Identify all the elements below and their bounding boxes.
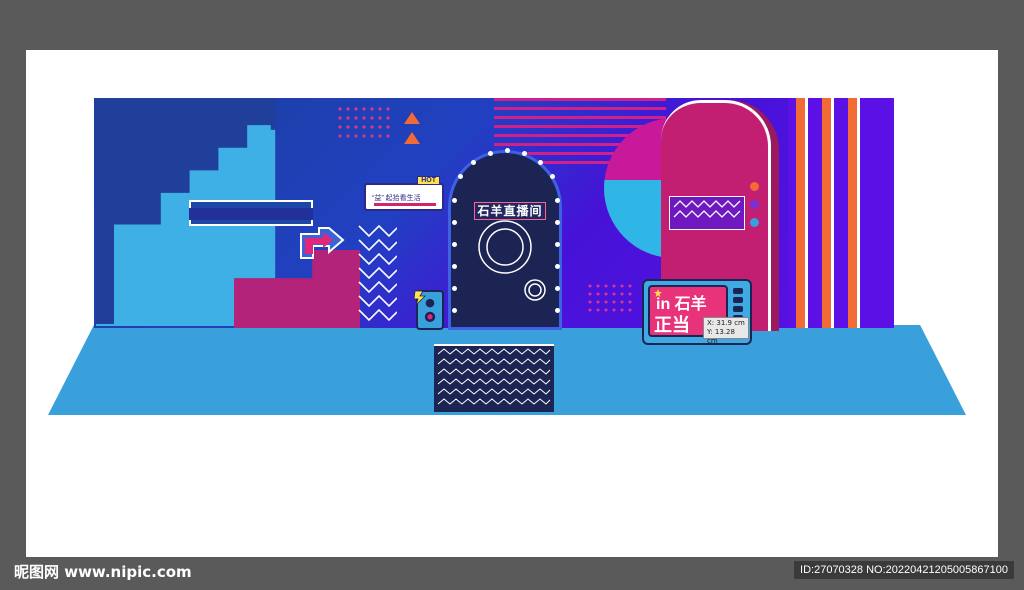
triangle-shapes bbox=[404, 112, 420, 144]
stage-illustration[interactable]: 石羊直播间 HOT “益” 起拾看生活 in 石羊 正当 X: 31.9 cm … bbox=[26, 50, 998, 557]
readout-x: X: 31.9 cm bbox=[707, 319, 745, 327]
star-icon bbox=[654, 289, 662, 297]
pedestal-zigzag bbox=[437, 348, 551, 405]
vertical-stripes bbox=[788, 98, 894, 328]
orange-dot bbox=[750, 182, 759, 191]
blue-dot bbox=[750, 218, 759, 227]
image-id-label: ID:27070328 NO:20220421205005867100 bbox=[794, 561, 1014, 579]
lightning-icon bbox=[413, 290, 426, 306]
arrow-right-icon bbox=[300, 227, 345, 259]
hot-tag: HOT bbox=[417, 176, 440, 185]
hot-sign-text: “益” 起拾看生活 bbox=[372, 195, 421, 202]
coordinate-readout: X: 31.9 cm Y: 13.28 cm bbox=[703, 317, 749, 345]
readout-y: Y: 13.28 cm bbox=[707, 328, 735, 345]
watermark-brand: 昵图网 www.nipic.com bbox=[14, 563, 192, 581]
tv-line-2: 正当 bbox=[654, 315, 690, 335]
hot-sign: HOT “益” 起拾看生活 bbox=[364, 176, 444, 211]
hot-sign-bar bbox=[374, 203, 436, 206]
door-sign: 石羊直播间 bbox=[474, 202, 546, 220]
zigzag-panel bbox=[669, 196, 745, 230]
artboard[interactable]: 石羊直播间 HOT “益” 起拾看生活 in 石羊 正当 X: 31.9 cm … bbox=[26, 50, 998, 557]
dot-grid-pattern bbox=[338, 107, 390, 138]
pink-dot-pattern bbox=[588, 284, 632, 312]
zigzag-pattern bbox=[358, 224, 397, 322]
stage-pedestal bbox=[434, 344, 554, 412]
navy-bar bbox=[189, 208, 313, 220]
purple-dot bbox=[750, 200, 759, 209]
door-circles bbox=[478, 220, 546, 301]
arched-door bbox=[448, 150, 562, 330]
zigzag-lines bbox=[673, 200, 741, 218]
